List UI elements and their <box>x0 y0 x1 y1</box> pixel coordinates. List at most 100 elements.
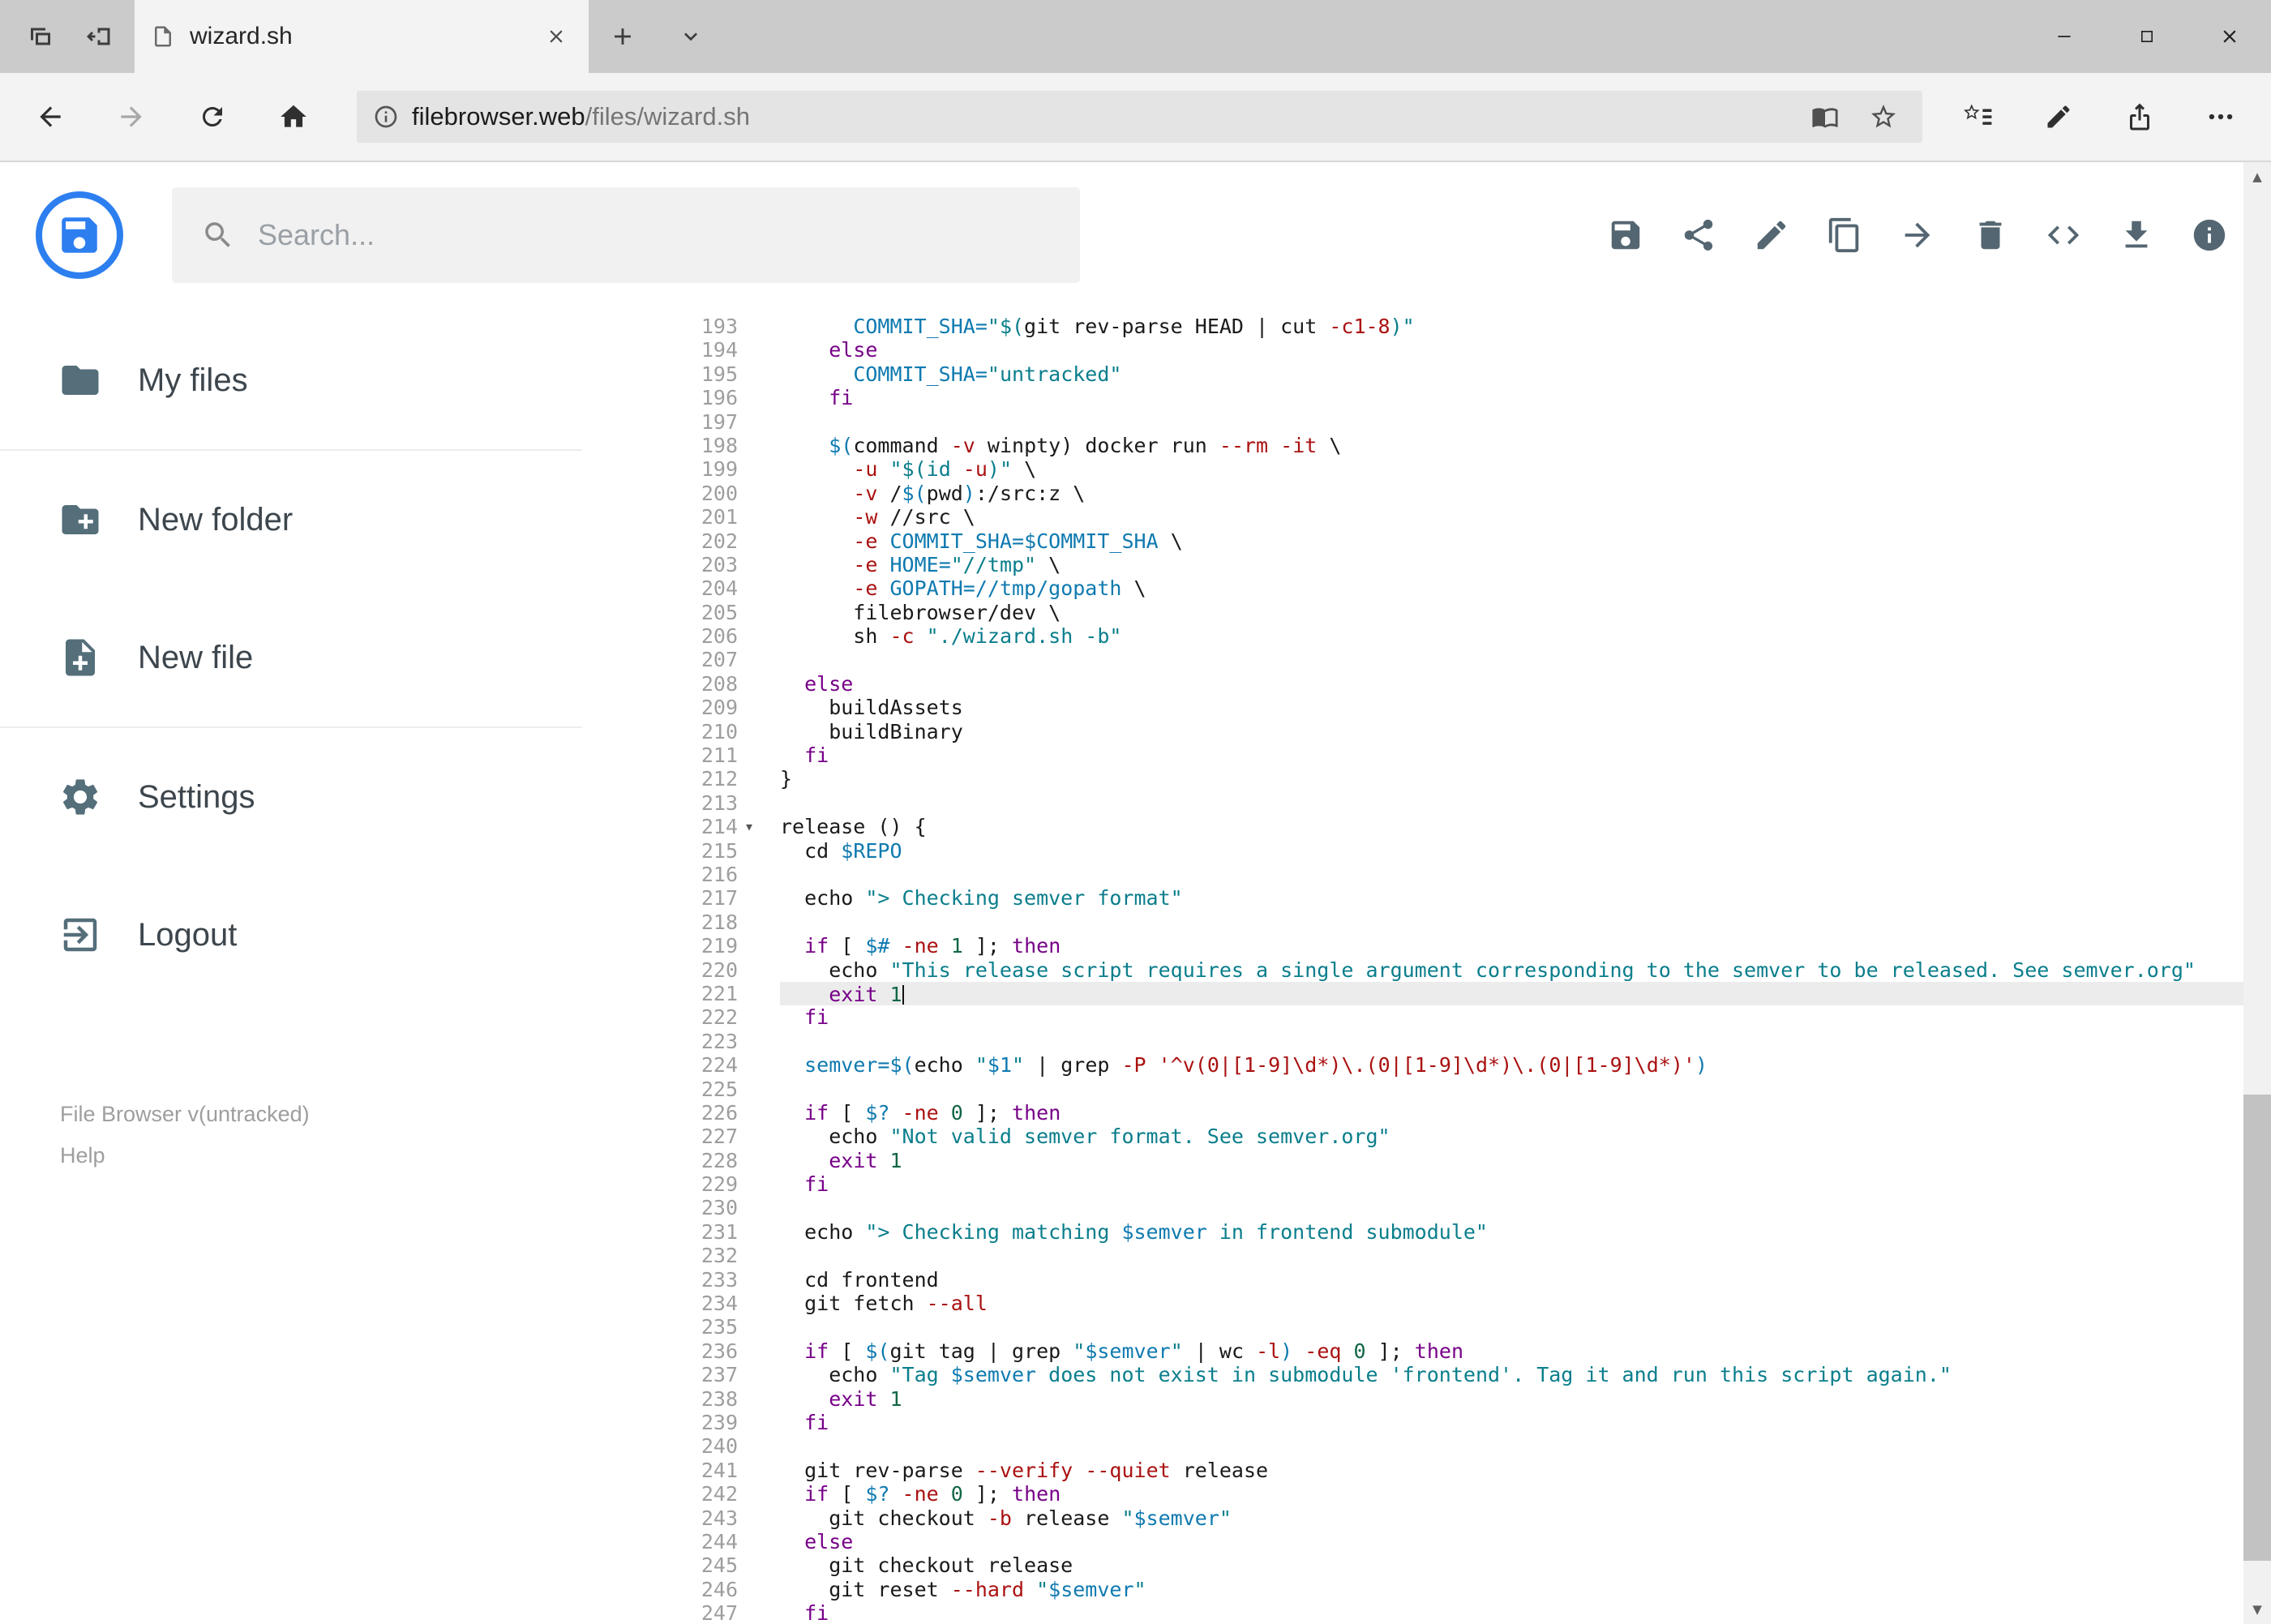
code-line[interactable]: 228 exit 1 <box>657 1149 2271 1172</box>
close-window-button[interactable] <box>2188 0 2271 73</box>
tabs-preview-button[interactable] <box>11 0 70 73</box>
code-line[interactable]: 205 filebrowser/dev \ <box>657 601 2271 624</box>
code-line[interactable]: 235 <box>657 1315 2271 1339</box>
code-line[interactable]: 238 exit 1 <box>657 1387 2271 1411</box>
code-line[interactable]: 221 exit 1 <box>657 981 2271 1006</box>
sidebar-item-new-folder[interactable]: New folder <box>0 451 657 589</box>
reading-view-button[interactable] <box>1802 94 1848 139</box>
code-line[interactable]: 195 COMMIT_SHA="untracked" <box>657 362 2271 386</box>
code-line[interactable]: 218 <box>657 911 2271 934</box>
code-line[interactable]: 244 else <box>657 1530 2271 1553</box>
code-line[interactable]: 194 else <box>657 338 2271 362</box>
code-line[interactable]: 245 git checkout release <box>657 1553 2271 1577</box>
code-line[interactable]: 233 cd frontend <box>657 1268 2271 1292</box>
tab-list-button[interactable] <box>657 0 725 73</box>
forward-button[interactable] <box>91 83 172 151</box>
rename-button[interactable] <box>1752 216 1791 255</box>
help-link[interactable]: Help <box>60 1139 657 1172</box>
share-button[interactable] <box>1679 216 1718 255</box>
maximize-button[interactable] <box>2106 0 2188 73</box>
code-line[interactable]: 213 <box>657 791 2271 815</box>
code-line[interactable]: 236 if [ $(git tag | grep "$semver" | wc… <box>657 1339 2271 1363</box>
source-code-button[interactable] <box>2044 216 2083 255</box>
code-line[interactable]: 247 fi <box>657 1601 2271 1624</box>
code-line[interactable]: 232 <box>657 1244 2271 1267</box>
code-line[interactable]: 246 git reset --hard "$semver" <box>657 1578 2271 1601</box>
minimize-button[interactable] <box>2023 0 2106 73</box>
sidebar-item-settings[interactable]: Settings <box>0 728 657 866</box>
code-line[interactable]: 198 $(command -v winpty) docker run --rm… <box>657 434 2271 457</box>
back-button[interactable] <box>10 83 91 151</box>
code-line[interactable]: 234 git fetch --all <box>657 1292 2271 1315</box>
code-line[interactable]: 201 -w //src \ <box>657 505 2271 529</box>
code-line[interactable]: 206 sh -c "./wizard.sh -b" <box>657 624 2271 648</box>
home-button[interactable] <box>253 83 334 151</box>
set-tabs-aside-button[interactable] <box>70 0 128 73</box>
favorite-button[interactable] <box>1861 94 1906 139</box>
new-tab-button[interactable] <box>589 0 657 73</box>
code-line[interactable]: 214 ▾ release () { <box>657 815 2271 838</box>
site-info-icon[interactable] <box>373 104 399 130</box>
delete-button[interactable] <box>1971 216 2010 255</box>
save-button[interactable] <box>1606 216 1645 255</box>
code-line[interactable]: 226 if [ $? -ne 0 ]; then <box>657 1101 2271 1125</box>
address-bar[interactable]: filebrowser.web/files/wizard.sh <box>357 91 1922 143</box>
code-line[interactable]: 207 <box>657 648 2271 671</box>
code-line[interactable]: 211 fi <box>657 743 2271 767</box>
code-line[interactable]: 202 -e COMMIT_SHA=$COMMIT_SHA \ <box>657 529 2271 553</box>
code-line[interactable]: 220 echo "This release script requires a… <box>657 958 2271 982</box>
code-line[interactable]: 208 else <box>657 672 2271 696</box>
code-line[interactable]: 225 <box>657 1078 2271 1101</box>
more-menu-button[interactable] <box>2180 83 2261 151</box>
share-page-button[interactable] <box>2099 83 2180 151</box>
search-box[interactable] <box>172 187 1080 283</box>
filebrowser-logo[interactable] <box>36 191 123 279</box>
scroll-up-button[interactable]: ▲ <box>2243 162 2271 191</box>
web-note-button[interactable] <box>2018 83 2099 151</box>
tab-wizard-sh[interactable]: wizard.sh <box>135 0 589 73</box>
info-button[interactable] <box>2190 216 2229 255</box>
copy-button[interactable] <box>1825 216 1864 255</box>
code-line[interactable]: 217 echo "> Checking semver format" <box>657 886 2271 910</box>
code-line[interactable]: 231 echo "> Checking matching $semver in… <box>657 1220 2271 1244</box>
sidebar-item-logout[interactable]: Logout <box>0 866 657 1004</box>
code-line[interactable]: 222 fi <box>657 1005 2271 1029</box>
code-line[interactable]: 223 <box>657 1030 2271 1053</box>
scroll-down-button[interactable]: ▼ <box>2243 1595 2271 1624</box>
code-line[interactable]: 239 fi <box>657 1411 2271 1434</box>
code-line[interactable]: 224 semver=$(echo "$1" | grep -P '^v(0|[… <box>657 1053 2271 1077</box>
code-line[interactable]: 216 <box>657 863 2271 886</box>
code-line[interactable]: 193 COMMIT_SHA="$(git rev-parse HEAD | c… <box>657 315 2271 338</box>
scrollbar-thumb[interactable] <box>2243 1095 2271 1561</box>
code-line[interactable]: 210 buildBinary <box>657 720 2271 743</box>
code-line[interactable]: 242 if [ $? -ne 0 ]; then <box>657 1482 2271 1506</box>
code-line[interactable]: 212} <box>657 767 2271 791</box>
fold-marker-icon[interactable]: ▾ <box>738 815 780 838</box>
sidebar-item-my-files[interactable]: My files <box>0 311 657 449</box>
move-button[interactable] <box>1898 216 1937 255</box>
code-line[interactable]: 230 <box>657 1196 2271 1219</box>
code-line[interactable]: 243 git checkout -b release "$semver" <box>657 1506 2271 1530</box>
code-line[interactable]: 219 if [ $# -ne 1 ]; then <box>657 934 2271 958</box>
code-line[interactable]: 200 -v /$(pwd):/src:z \ <box>657 482 2271 505</box>
code-line[interactable]: 199 -u "$(id -u)" \ <box>657 457 2271 481</box>
code-line[interactable]: 204 -e GOPATH=//tmp/gopath \ <box>657 576 2271 600</box>
code-line[interactable]: 209 buildAssets <box>657 696 2271 719</box>
code-line[interactable]: 241 git rev-parse --verify --quiet relea… <box>657 1459 2271 1482</box>
tab-close-button[interactable] <box>540 20 572 53</box>
download-button[interactable] <box>2117 216 2156 255</box>
page-scrollbar[interactable]: ▲ ▼ <box>2243 162 2271 1624</box>
code-line[interactable]: 240 <box>657 1434 2271 1458</box>
code-editor[interactable]: 193 COMMIT_SHA="$(git rev-parse HEAD | c… <box>657 308 2271 1624</box>
sidebar-item-new-file[interactable]: New file <box>0 589 657 726</box>
code-line[interactable]: 227 echo "Not valid semver format. See s… <box>657 1125 2271 1148</box>
code-line[interactable]: 196 fi <box>657 386 2271 409</box>
hub-favorites-button[interactable] <box>1937 83 2018 151</box>
search-input[interactable] <box>258 218 1051 252</box>
code-line[interactable]: 229 fi <box>657 1172 2271 1196</box>
code-line[interactable]: 237 echo "Tag $semver does not exist in … <box>657 1363 2271 1386</box>
code-line[interactable]: 203 -e HOME="//tmp" \ <box>657 553 2271 576</box>
code-line[interactable]: 215 cd $REPO <box>657 839 2271 863</box>
code-line[interactable]: 197 <box>657 410 2271 434</box>
refresh-button[interactable] <box>172 83 253 151</box>
